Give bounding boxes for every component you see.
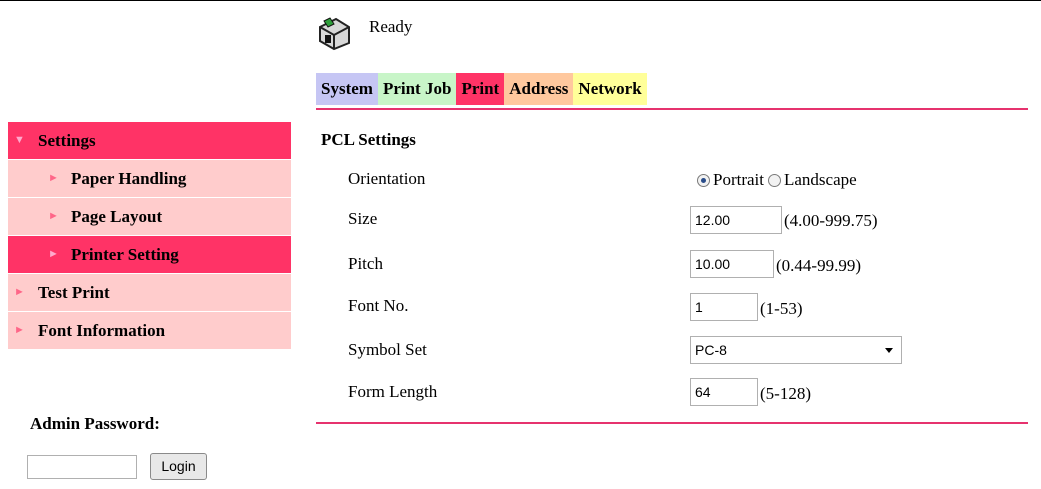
form-length-input[interactable]: 64 [690, 378, 758, 406]
chevron-down-icon: ▼ [14, 134, 25, 146]
symbol-set-value: PC-8 [695, 342, 727, 358]
sidebar-item-printer-setting[interactable]: ► Printer Setting [8, 236, 291, 274]
printer-icon [319, 17, 350, 51]
portrait-label: Portrait [713, 170, 764, 189]
tab-system[interactable]: System [316, 73, 378, 105]
chevron-right-icon: ► [14, 324, 25, 336]
tab-network[interactable]: Network [573, 73, 647, 105]
tab-address[interactable]: Address [504, 73, 574, 105]
tab-print-job[interactable]: Print Job [377, 73, 457, 105]
sidebar: ▼ Settings ► Paper Handling ► Page Layou… [8, 122, 291, 350]
section-title: PCL Settings [321, 130, 416, 149]
sidebar-item-label: Settings [38, 131, 96, 150]
chevron-right-icon: ► [14, 286, 25, 298]
sidebar-item-label: Printer Setting [71, 245, 179, 264]
pitch-label: Pitch [348, 254, 383, 273]
divider [316, 422, 1028, 424]
symbol-set-select[interactable]: PC-8 [690, 336, 902, 364]
pitch-input[interactable]: 10.00 [690, 250, 774, 278]
form-length-label: Form Length [348, 382, 438, 401]
admin-password-label: Admin Password: [30, 414, 160, 433]
chevron-down-icon [885, 348, 893, 353]
sidebar-item-paper-handling[interactable]: ► Paper Handling [8, 160, 291, 198]
sidebar-item-label: Test Print [38, 283, 110, 302]
font-no-input[interactable]: 1 [690, 293, 758, 321]
font-no-label: Font No. [348, 296, 409, 315]
size-input[interactable]: 12.00 [690, 206, 782, 234]
status-text: Ready [369, 17, 413, 36]
symbol-set-label: Symbol Set [348, 340, 427, 359]
tab-print[interactable]: Print [456, 73, 505, 105]
font-no-range: (1-53) [760, 299, 803, 318]
sidebar-item-label: Page Layout [71, 207, 163, 226]
sidebar-item-settings[interactable]: ▼ Settings [8, 122, 291, 160]
tab-bar: System Print Job Print Address Network [316, 73, 647, 105]
chevron-right-icon: ► [48, 172, 59, 184]
sidebar-item-label: Paper Handling [71, 169, 187, 188]
admin-password-input[interactable] [27, 455, 137, 479]
form-length-range: (5-128) [760, 384, 811, 403]
portrait-radio[interactable] [697, 173, 710, 187]
sidebar-item-page-layout[interactable]: ► Page Layout [8, 198, 291, 236]
orientation-label: Orientation [348, 169, 426, 188]
sidebar-item-font-information[interactable]: ► Font Information [8, 312, 291, 350]
size-label: Size [348, 209, 378, 228]
landscape-label: Landscape [784, 170, 857, 189]
size-range: (4.00-999.75) [784, 211, 878, 230]
login-button[interactable]: Login [150, 453, 207, 480]
chevron-right-icon: ► [48, 248, 59, 260]
chevron-right-icon: ► [48, 210, 59, 222]
orientation-radio-group: Portrait Landscape [697, 170, 861, 190]
divider [316, 108, 1028, 110]
landscape-radio[interactable] [768, 173, 781, 187]
pitch-range: (0.44-99.99) [776, 256, 861, 275]
sidebar-item-test-print[interactable]: ► Test Print [8, 274, 291, 312]
sidebar-item-label: Font Information [38, 321, 166, 340]
